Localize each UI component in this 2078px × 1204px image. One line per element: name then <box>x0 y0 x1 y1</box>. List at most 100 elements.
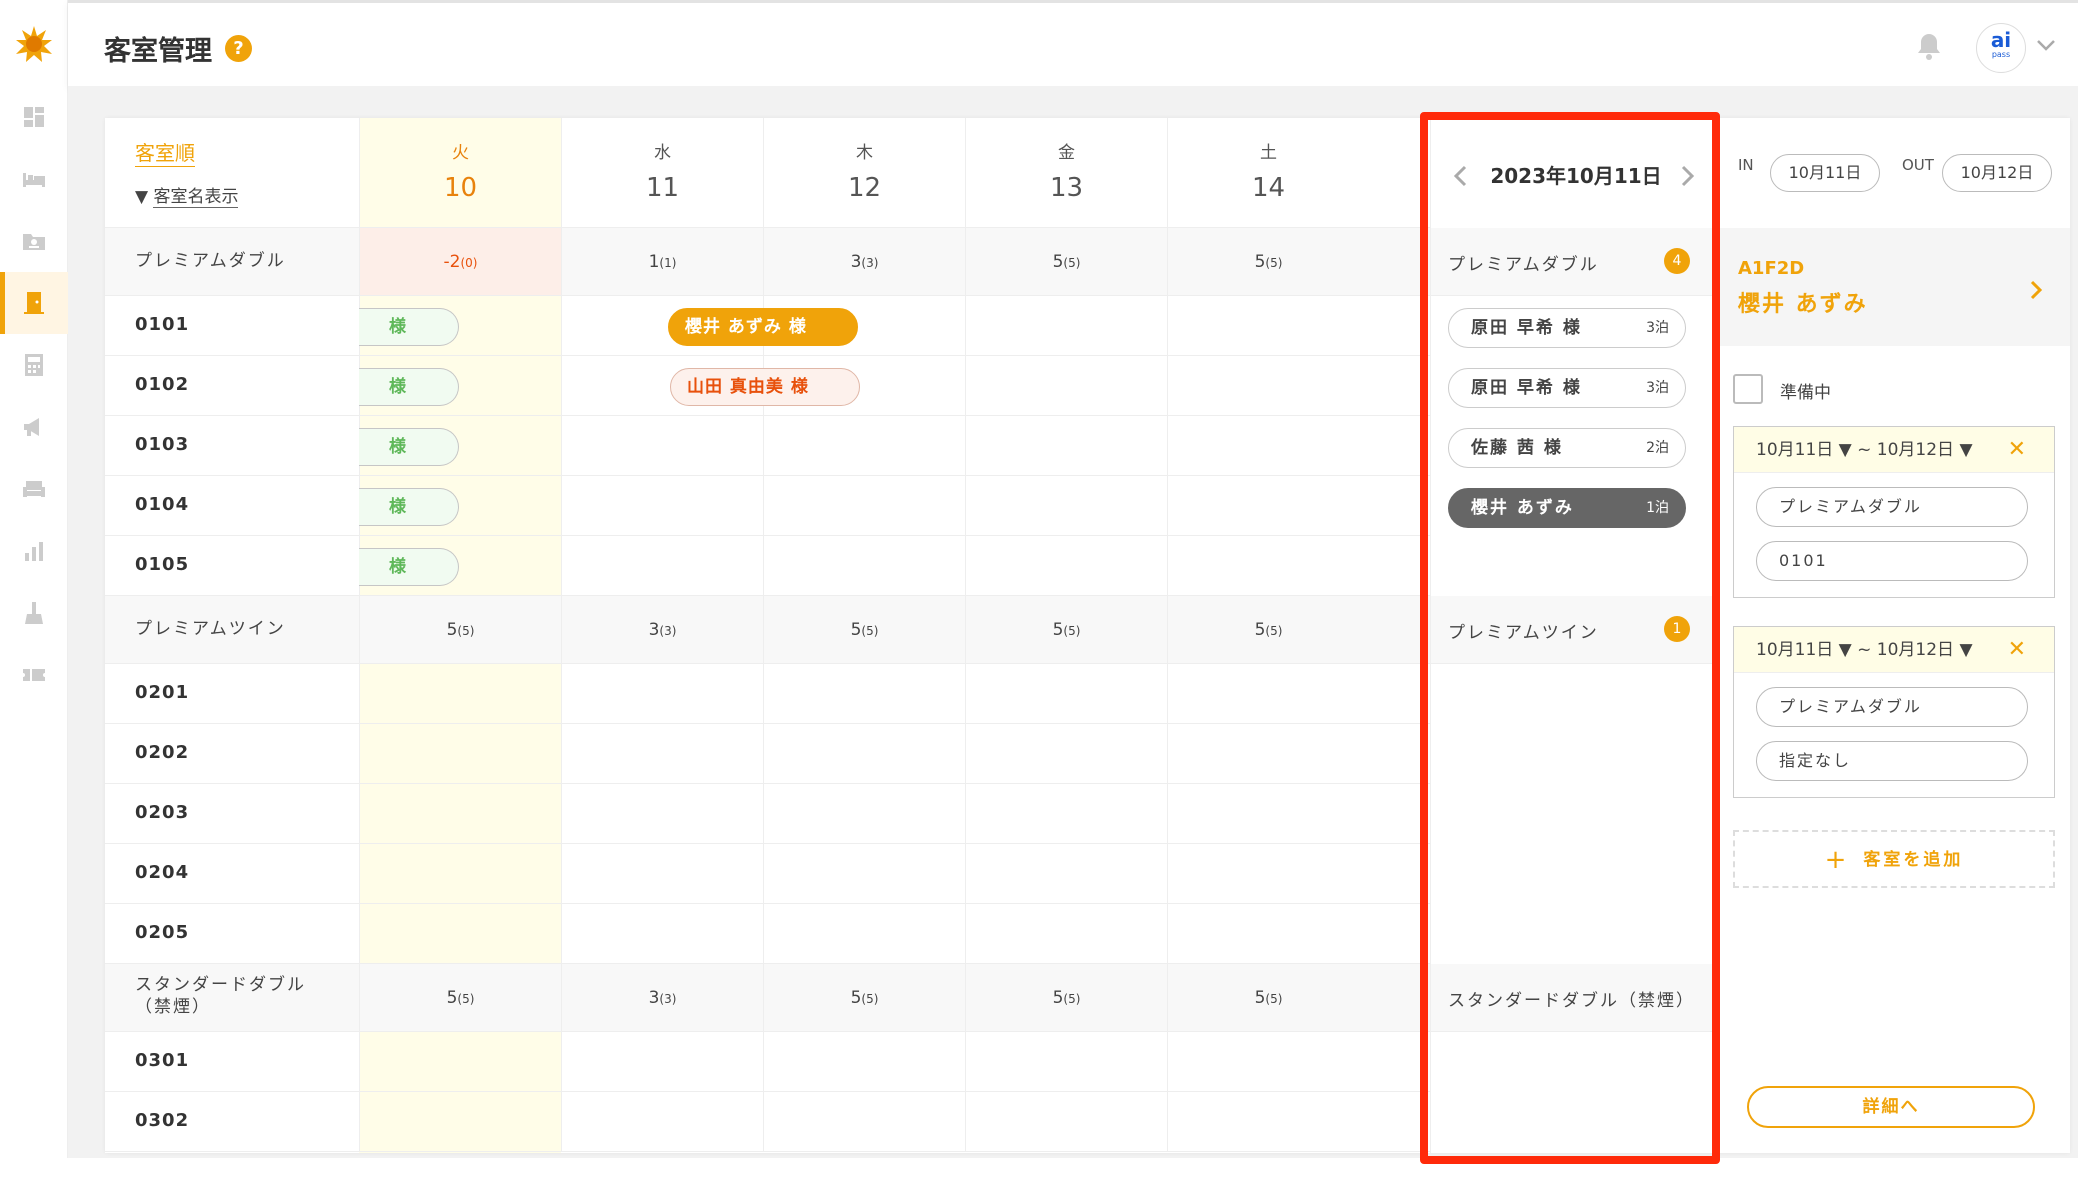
room-day-cell[interactable] <box>965 664 1167 723</box>
room-day-cell[interactable] <box>763 476 965 535</box>
room-day-cell[interactable] <box>763 844 965 903</box>
bell-icon[interactable] <box>1916 31 1942 61</box>
room-day-cell[interactable] <box>561 904 763 963</box>
unassigned-guest-chip[interactable]: 櫻井 あずみ 1泊 <box>1448 488 1686 528</box>
chevron-right-icon[interactable] <box>1679 164 1697 188</box>
booking-pill[interactable]: 様 <box>359 368 459 406</box>
room-day-cell[interactable] <box>359 1032 561 1091</box>
room-type-select[interactable]: プレミアムダブル <box>1756 487 2028 527</box>
preparing-checkbox[interactable] <box>1733 374 1763 404</box>
room-day-cell[interactable] <box>965 296 1167 355</box>
room-day-cell[interactable] <box>1167 784 1369 843</box>
room-type-select[interactable]: プレミアムダブル <box>1756 687 2028 727</box>
room-day-cell[interactable] <box>561 784 763 843</box>
check-in-date[interactable]: 10月11日 <box>1770 154 1880 192</box>
room-day-cell[interactable] <box>359 1092 561 1151</box>
sidebar-item-tickets[interactable] <box>0 644 68 706</box>
room-day-cell[interactable] <box>1167 1092 1369 1151</box>
room-day-cell[interactable] <box>763 664 965 723</box>
date-range-selector[interactable]: 10月11日 ▼ ~ 10月12日 ▼ ✕ <box>1734 627 2054 673</box>
close-icon[interactable]: ✕ <box>2008 627 2026 673</box>
room-day-cell[interactable] <box>763 784 965 843</box>
reservation-header[interactable]: A1F2D 櫻井 あずみ <box>1720 228 2070 346</box>
booking-pill[interactable]: 様 <box>359 548 459 586</box>
room-day-cell[interactable] <box>965 844 1167 903</box>
room-day-cell[interactable] <box>965 904 1167 963</box>
day-header[interactable]: 火 10 <box>359 118 561 228</box>
room-day-cell[interactable] <box>561 844 763 903</box>
unassigned-guest-chip[interactable]: 佐藤 茜 様 2泊 <box>1448 428 1686 468</box>
room-day-cell[interactable] <box>763 1032 965 1091</box>
booking-pill[interactable]: 山田 真由美 様 <box>670 368 860 406</box>
sidebar-item-reports[interactable] <box>0 520 68 582</box>
sidebar-item-billing[interactable] <box>0 334 68 396</box>
room-number-select[interactable]: 指定なし <box>1756 741 2028 781</box>
day-header[interactable]: 金 13 <box>965 118 1167 228</box>
day-header[interactable]: 水 11 <box>561 118 763 228</box>
room-day-cell[interactable] <box>965 416 1167 475</box>
booking-pill[interactable]: 様 <box>359 488 459 526</box>
room-day-cell[interactable] <box>965 356 1167 415</box>
sidebar-item-cleaning[interactable] <box>0 582 68 644</box>
close-icon[interactable]: ✕ <box>2008 427 2026 473</box>
room-day-cell[interactable] <box>359 724 561 783</box>
room-day-cell[interactable] <box>561 416 763 475</box>
room-day-cell[interactable] <box>1167 296 1369 355</box>
add-room-button[interactable]: + 客室を追加 <box>1733 830 2055 888</box>
room-name-toggle[interactable]: ▼ 客室名表示 <box>135 182 239 208</box>
check-out-date[interactable]: 10月12日 <box>1942 154 2052 192</box>
room-day-cell[interactable] <box>561 536 763 595</box>
room-day-cell[interactable] <box>965 1032 1167 1091</box>
room-day-cell[interactable] <box>1167 416 1369 475</box>
day-header[interactable]: 土 14 <box>1167 118 1369 228</box>
room-day-cell[interactable] <box>561 724 763 783</box>
sidebar-item-room-management[interactable] <box>0 272 68 334</box>
sun-logo-icon[interactable] <box>14 24 54 64</box>
chevron-right-icon[interactable] <box>2028 278 2044 302</box>
room-day-cell[interactable] <box>561 1092 763 1151</box>
room-day-cell[interactable] <box>965 476 1167 535</box>
details-button[interactable]: 詳細へ <box>1747 1086 2035 1128</box>
room-day-cell[interactable] <box>763 724 965 783</box>
room-day-cell[interactable] <box>763 416 965 475</box>
help-icon[interactable]: ? <box>225 35 252 62</box>
room-day-cell[interactable] <box>965 784 1167 843</box>
room-day-cell[interactable] <box>359 784 561 843</box>
sidebar-item-rooms[interactable] <box>0 148 68 210</box>
room-day-cell[interactable] <box>561 476 763 535</box>
room-day-cell[interactable] <box>1167 356 1369 415</box>
room-day-cell[interactable] <box>763 1092 965 1151</box>
room-day-cell[interactable] <box>561 664 763 723</box>
room-day-cell[interactable] <box>965 536 1167 595</box>
sidebar-item-guests[interactable] <box>0 210 68 272</box>
unassigned-guest-chip[interactable]: 原田 早希 様 3泊 <box>1448 368 1686 408</box>
room-day-cell[interactable] <box>1167 476 1369 535</box>
booking-pill[interactable]: 櫻井 あずみ 様 <box>668 308 858 346</box>
room-day-cell[interactable] <box>965 724 1167 783</box>
room-day-cell[interactable] <box>1167 1032 1369 1091</box>
chevron-down-icon[interactable] <box>2035 37 2057 53</box>
room-day-cell[interactable] <box>1167 904 1369 963</box>
room-day-cell[interactable] <box>1167 536 1369 595</box>
room-day-cell[interactable] <box>965 1092 1167 1151</box>
room-day-cell[interactable] <box>359 904 561 963</box>
room-day-cell[interactable] <box>359 664 561 723</box>
room-day-cell[interactable] <box>763 536 965 595</box>
sidebar-item-dashboard[interactable] <box>0 86 68 148</box>
date-range-selector[interactable]: 10月11日 ▼ ~ 10月12日 ▼ ✕ <box>1734 427 2054 473</box>
sidebar-item-announce[interactable] <box>0 396 68 458</box>
room-day-cell[interactable] <box>1167 844 1369 903</box>
room-day-cell[interactable] <box>561 1032 763 1091</box>
booking-pill[interactable]: 様 <box>359 428 459 466</box>
booking-pill[interactable]: 様 <box>359 308 459 346</box>
room-number-select[interactable]: 0101 <box>1756 541 2028 581</box>
account-avatar[interactable]: ai pass <box>1976 23 2026 73</box>
sidebar-item-lounge[interactable] <box>0 458 68 520</box>
room-day-cell[interactable] <box>1167 664 1369 723</box>
room-day-cell[interactable] <box>1167 724 1369 783</box>
sort-by-room-link[interactable]: 客室順 <box>135 140 195 167</box>
unassigned-guest-chip[interactable]: 原田 早希 様 3泊 <box>1448 308 1686 348</box>
day-header[interactable]: 木 12 <box>763 118 965 228</box>
room-day-cell[interactable] <box>359 844 561 903</box>
room-day-cell[interactable] <box>763 904 965 963</box>
